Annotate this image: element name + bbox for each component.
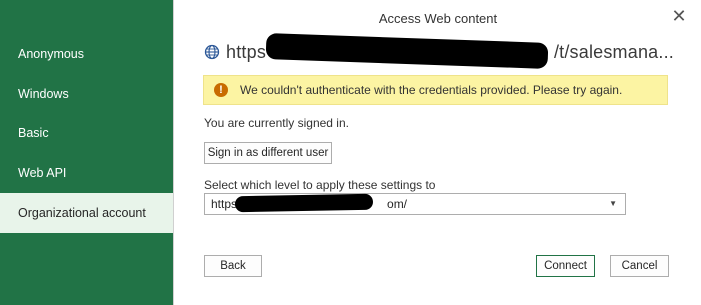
dialog-title: Access Web content	[378, 11, 498, 26]
url-suffix: /t/salesmana...	[553, 41, 674, 62]
auth-method-sidebar: Anonymous Windows Basic Web API Organiza…	[0, 0, 173, 305]
level-select-prefix: https	[211, 197, 238, 211]
globe-icon	[204, 44, 220, 60]
sidebar-item-windows[interactable]: Windows	[0, 74, 173, 114]
access-web-content-dialog: Anonymous Windows Basic Web API Organiza…	[0, 0, 701, 305]
sidebar-item-label: Windows	[18, 87, 69, 101]
warning-icon: !	[214, 83, 228, 97]
level-select-suffix: om/	[387, 197, 408, 211]
sidebar-item-label: Anonymous	[18, 47, 85, 61]
cancel-button[interactable]: Cancel	[610, 255, 669, 277]
sign-in-different-user-button[interactable]: Sign in as different user	[204, 142, 332, 164]
warning-text: We couldn't authenticate with the creden…	[240, 83, 623, 97]
sidebar-item-label: Web API	[18, 166, 67, 180]
chevron-down-icon: ▼	[609, 199, 617, 208]
sidebar-item-web-api[interactable]: Web API	[0, 153, 173, 193]
back-button[interactable]: Back	[204, 255, 262, 277]
sidebar-item-label: Organizational account	[18, 206, 146, 220]
sidebar-item-anonymous[interactable]: Anonymous	[0, 34, 173, 74]
level-label: Select which level to apply these settin…	[204, 178, 436, 192]
connect-button[interactable]: Connect	[536, 255, 595, 277]
dialog-content: Access Web content ✕ https /t/salesmana.…	[173, 0, 701, 305]
url-prefix: https	[226, 41, 267, 62]
auth-warning-banner: ! We couldn't authenticate with the cred…	[203, 75, 668, 105]
redaction-mark	[234, 193, 374, 213]
close-icon[interactable]: ✕	[669, 6, 689, 26]
signed-in-status: You are currently signed in.	[204, 116, 349, 130]
sidebar-item-basic[interactable]: Basic	[0, 113, 173, 153]
sidebar-item-organizational-account[interactable]: Organizational account	[0, 193, 173, 233]
sidebar-item-label: Basic	[18, 126, 49, 140]
